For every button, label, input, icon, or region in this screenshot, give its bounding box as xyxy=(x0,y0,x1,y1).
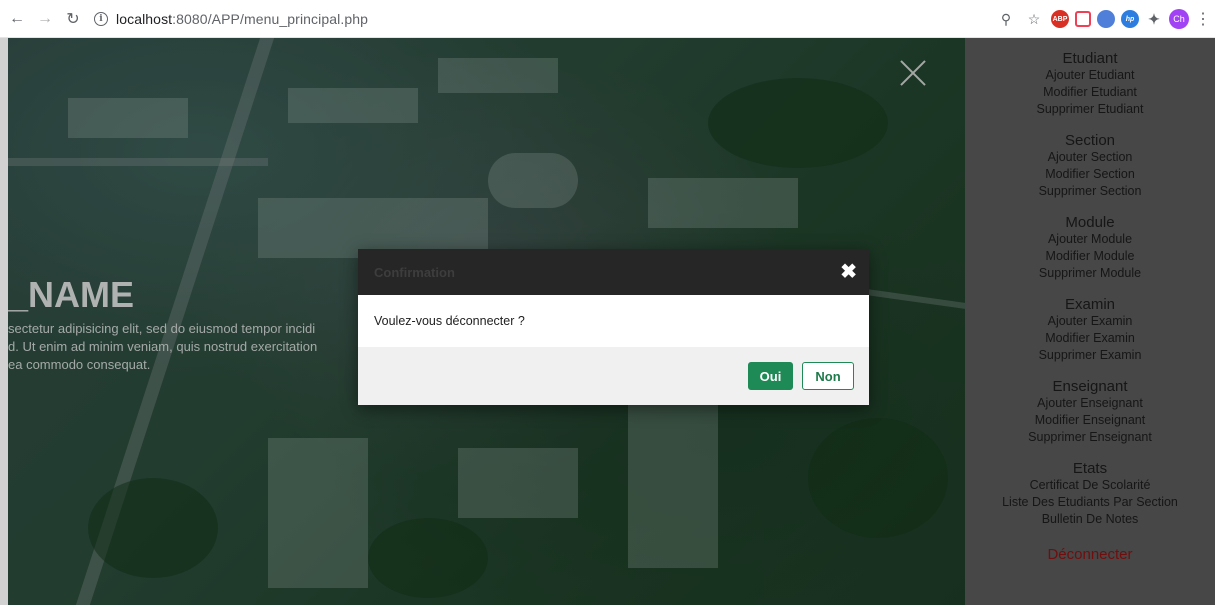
confirm-no-button[interactable]: Non xyxy=(802,362,854,390)
browser-toolbar: ← → ↻ i localhost:8080/APP/menu_principa… xyxy=(0,0,1215,38)
bookmark-star-icon[interactable]: ☆ xyxy=(1023,8,1045,30)
hp-extension-icon[interactable]: hp xyxy=(1121,10,1139,28)
pocket-extension-icon[interactable] xyxy=(1075,11,1091,27)
menu-kebab-icon[interactable]: ⋮ xyxy=(1195,9,1211,29)
zoom-icon[interactable]: ⚲ xyxy=(995,8,1017,30)
adblock-extension-icon[interactable]: ABP xyxy=(1051,10,1069,28)
back-arrow-icon[interactable]: ← xyxy=(6,8,28,30)
dialog-title: Confirmation xyxy=(374,264,455,280)
extensions-puzzle-icon[interactable]: ✦ xyxy=(1145,10,1163,28)
browser-actions: ⚲ ☆ ABP hp ✦ Ch ⋮ xyxy=(995,0,1211,38)
forward-arrow-icon[interactable]: → xyxy=(34,8,56,30)
dialog-message: Voulez-vous déconnecter ? xyxy=(374,314,525,328)
confirm-yes-button[interactable]: Oui xyxy=(748,362,793,390)
info-icon[interactable]: i xyxy=(94,11,108,26)
dialog-body: Voulez-vous déconnecter ? xyxy=(358,295,869,347)
dialog-header: Confirmation ✖ xyxy=(358,249,869,295)
url-path: :8080/APP/menu_principal.php xyxy=(172,10,368,27)
url-host: localhost xyxy=(116,10,173,27)
address-bar[interactable]: i localhost:8080/APP/menu_principal.php xyxy=(94,5,368,33)
profile-avatar[interactable]: Ch xyxy=(1169,9,1189,29)
close-icon[interactable]: ✖ xyxy=(840,262,857,282)
url-text[interactable]: localhost:8080/APP/menu_principal.php xyxy=(116,11,368,27)
confirmation-dialog: Confirmation ✖ Voulez-vous déconnecter ?… xyxy=(358,249,869,405)
blue-extension-icon[interactable] xyxy=(1097,10,1115,28)
dialog-footer: Oui Non xyxy=(358,347,869,405)
reload-icon[interactable]: ↻ xyxy=(62,8,84,30)
